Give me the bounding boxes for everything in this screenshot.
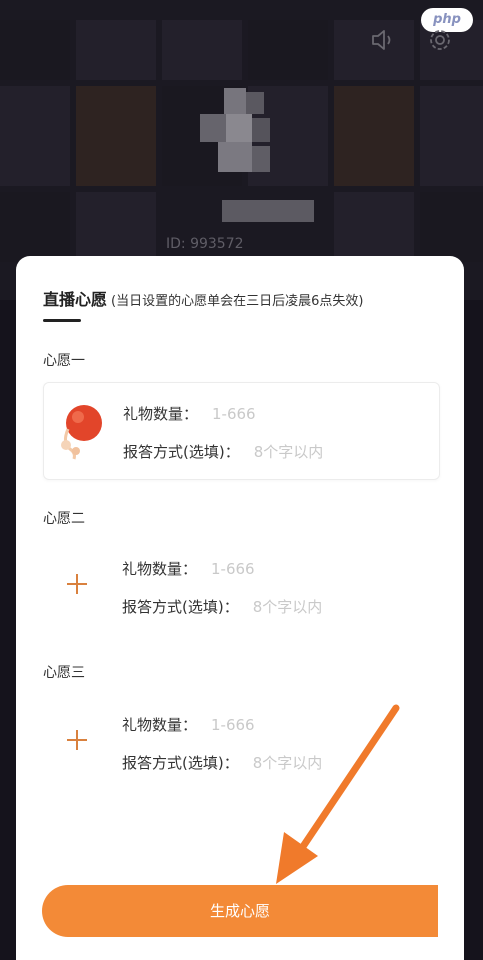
- wish-1-card: 礼物数量： 1-666 报答方式(选填)： 8个字以内: [43, 382, 440, 480]
- avatar-pixelated: [200, 88, 270, 188]
- nickname-pixelated: [222, 200, 314, 222]
- gift-count-label: 礼物数量：: [122, 716, 198, 734]
- reply-label: 报答方式(选填)：: [122, 754, 239, 772]
- wish-1-reply-row[interactable]: 报答方式(选填)： 8个字以内: [123, 441, 323, 462]
- speaker-icon[interactable]: [368, 26, 396, 54]
- gift-icon[interactable]: [54, 399, 110, 463]
- wish-2-label: 心愿二: [43, 511, 85, 527]
- wish-3-label: 心愿三: [43, 665, 85, 681]
- wish-3-card: 礼物数量： 1-666 报答方式(选填)： 8个字以内: [43, 694, 438, 790]
- gift-count-input[interactable]: 1-666: [211, 560, 255, 578]
- title-underline: [43, 319, 81, 322]
- gift-count-label: 礼物数量：: [123, 405, 199, 423]
- page-subtitle: (当日设置的心愿单会在三日后凌晨6点失效): [111, 294, 364, 309]
- wish-2-card: 礼物数量： 1-666 报答方式(选填)： 8个字以内: [43, 538, 438, 634]
- generate-wish-button[interactable]: 生成心愿: [42, 885, 438, 937]
- gift-count-input[interactable]: 1-666: [211, 716, 255, 734]
- reply-input[interactable]: 8个字以内: [253, 598, 323, 616]
- reply-input[interactable]: 8个字以内: [253, 754, 323, 772]
- reply-input[interactable]: 8个字以内: [254, 443, 324, 461]
- page-title: 直播心愿: [43, 290, 108, 309]
- add-gift-icon[interactable]: [65, 728, 89, 752]
- reply-label: 报答方式(选填)：: [122, 598, 239, 616]
- gift-count-label: 礼物数量：: [122, 560, 198, 578]
- wish-3-reply-row[interactable]: 报答方式(选填)： 8个字以内: [122, 752, 322, 773]
- wish-3-gift-count-row[interactable]: 礼物数量： 1-666: [122, 714, 255, 735]
- wish-2-reply-row[interactable]: 报答方式(选填)： 8个字以内: [122, 596, 322, 617]
- sheet-header: 直播心愿 (当日设置的心愿单会在三日后凌晨6点失效): [43, 286, 363, 310]
- gift-count-input[interactable]: 1-666: [212, 405, 256, 423]
- wish-1-label: 心愿一: [43, 353, 85, 369]
- wish-list-sheet: 直播心愿 (当日设置的心愿单会在三日后凌晨6点失效) 心愿一 礼物数量： 1-666…: [16, 256, 464, 960]
- user-id: ID: 993572: [166, 236, 244, 252]
- reply-label: 报答方式(选填)：: [123, 443, 240, 461]
- wish-2-gift-count-row[interactable]: 礼物数量： 1-666: [122, 558, 255, 579]
- gear-icon[interactable]: [426, 26, 454, 54]
- add-gift-icon[interactable]: [65, 572, 89, 596]
- wish-1-gift-count-row[interactable]: 礼物数量： 1-666: [123, 403, 256, 424]
